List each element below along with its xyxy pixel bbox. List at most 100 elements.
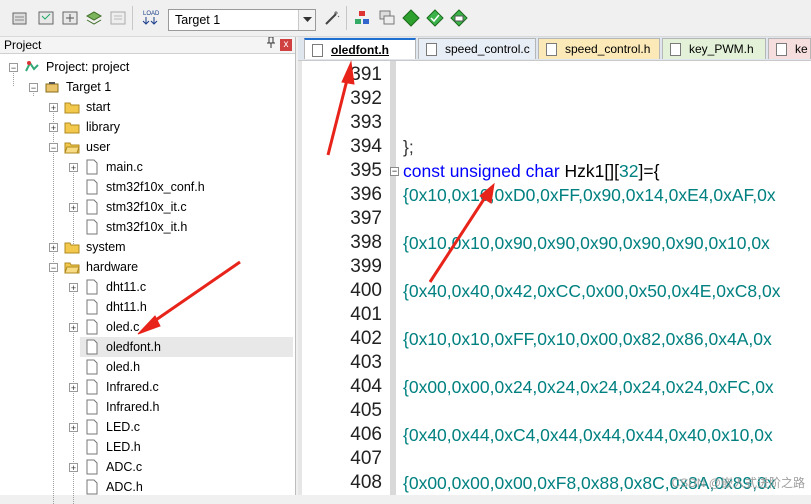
stack-icon[interactable] <box>84 8 104 28</box>
tab-key-pwm-h[interactable]: key_PWM.h <box>662 38 766 59</box>
tree-folder-system[interactable]: + system <box>0 237 295 257</box>
tree-item-target[interactable]: − Target 1 <box>0 77 295 97</box>
tree-file-oled-c[interactable]: + oled.c <box>0 317 295 337</box>
tab-label: oledfont.h <box>331 43 389 57</box>
tree-file-main-c[interactable]: + main.c <box>0 157 295 177</box>
tab-label: key_PWM.h <box>689 42 754 56</box>
tree-folder-hardware[interactable]: − hardware <box>0 257 295 277</box>
line-number: 391 <box>350 64 382 85</box>
tree-item-project[interactable]: − Project: project <box>0 57 295 77</box>
file-icon <box>84 339 100 355</box>
tree-item-label: oled.h <box>106 360 141 374</box>
tree-item-label: library <box>86 120 121 134</box>
target-select[interactable]: Target 1 <box>168 9 316 31</box>
expand-icon[interactable]: + <box>69 463 78 473</box>
file-icon <box>84 319 100 335</box>
file-icon <box>426 43 437 56</box>
tree-file-stm32f10x-it-h[interactable]: stm32f10x_it.h <box>0 217 295 237</box>
line-number: 407 <box>350 448 382 469</box>
diamond-icon[interactable] <box>401 8 421 28</box>
wand-icon[interactable] <box>322 8 342 28</box>
expand-icon[interactable]: + <box>69 163 78 173</box>
number: 32 <box>619 161 639 181</box>
chevron-down-icon[interactable] <box>298 10 315 30</box>
collapse-icon[interactable]: − <box>29 83 38 93</box>
collapse-icon[interactable]: − <box>49 143 58 153</box>
project-tree: − Project: project − Target 1 + start + … <box>0 54 295 504</box>
expand-icon[interactable]: + <box>49 243 58 253</box>
code-line: {0x10,0x10,0xD0,0xFF,0x90,0x14,0xE4,0xAF… <box>403 185 776 205</box>
file-icon <box>84 299 100 315</box>
expand-icon[interactable]: + <box>49 103 58 113</box>
line-number: 408 <box>350 472 382 493</box>
settings-icon[interactable] <box>10 8 30 28</box>
expand-icon[interactable]: + <box>69 383 78 393</box>
keyword: char <box>525 161 560 181</box>
expand-icon[interactable]: + <box>69 423 78 433</box>
tree-file-infrared-h[interactable]: Infrared.h <box>0 397 295 417</box>
tree-folder-user[interactable]: − user <box>0 137 295 157</box>
line-number: 403 <box>350 352 382 373</box>
bracket: ]={ <box>638 161 660 181</box>
line-number: 396 <box>350 184 382 205</box>
tab-oledfont-h[interactable]: oledfont.h <box>304 38 416 59</box>
project-panel-title: Project <box>4 38 42 52</box>
collapse-icon[interactable]: − <box>49 263 58 273</box>
close-icon[interactable]: x <box>280 39 292 51</box>
batch-build-icon[interactable] <box>36 8 56 28</box>
line-number: 404 <box>350 376 382 397</box>
tree-file-dht11-h[interactable]: dht11.h <box>0 297 295 317</box>
file-icon <box>84 399 100 415</box>
check-diamond-icon[interactable] <box>425 8 445 28</box>
rebuild-icon[interactable] <box>60 8 80 28</box>
expand-icon[interactable]: + <box>49 123 58 133</box>
tree-file-oled-h[interactable]: oled.h <box>0 357 295 377</box>
tree-item-label: oledfont.h <box>106 340 161 354</box>
tab-label: speed_control.h <box>565 42 651 56</box>
fold-collapse-icon[interactable]: − <box>390 167 399 176</box>
tree-item-label: LED.h <box>106 440 141 454</box>
editor-tabs: oledfont.h speed_control.c speed_control… <box>298 37 811 61</box>
file-icon <box>84 359 100 375</box>
expand-icon[interactable]: + <box>69 283 78 293</box>
file-icon <box>776 43 787 56</box>
tree-item-label: stm32f10x_it.h <box>106 220 188 234</box>
tree-file-infrared-c[interactable]: + Infrared.c <box>0 377 295 397</box>
tree-file-led-c[interactable]: + LED.c <box>0 417 295 437</box>
tree-item-label: start <box>86 100 111 114</box>
tab-speed-control-c[interactable]: speed_control.c <box>418 38 536 59</box>
pack-icon[interactable] <box>449 8 469 28</box>
collapse-icon[interactable]: − <box>9 63 18 73</box>
line-number-gutter: 391 392 393 394 395 396 397 398 399 400 … <box>302 61 390 495</box>
folder-icon <box>64 239 80 255</box>
expand-icon[interactable]: + <box>69 323 78 333</box>
pin-icon[interactable] <box>267 36 275 53</box>
file-icon <box>84 419 100 435</box>
file-icon <box>84 219 100 235</box>
copy-icon[interactable] <box>377 8 397 28</box>
tree-folder-library[interactable]: + library <box>0 117 295 137</box>
tree-file-led-h[interactable]: LED.h <box>0 437 295 457</box>
project-icon <box>24 59 40 75</box>
load-icon[interactable]: LOAD <box>140 8 160 28</box>
tree-folder-start[interactable]: + start <box>0 97 295 117</box>
tree-file-oledfont-h[interactable]: oledfont.h <box>80 337 293 357</box>
manage-icon[interactable] <box>352 8 372 28</box>
file-icon <box>84 459 100 475</box>
stop-build-icon[interactable] <box>108 8 128 28</box>
tree-file-stm32f10x-conf-h[interactable]: stm32f10x_conf.h <box>0 177 295 197</box>
code-area[interactable]: }; const unsigned char Hzk1[][32]={ {0x1… <box>399 61 811 495</box>
tree-file-adc-h[interactable]: ADC.h <box>0 477 295 497</box>
tab-overflow[interactable]: ke <box>768 38 811 59</box>
tab-speed-control-h[interactable]: speed_control.h <box>538 38 660 59</box>
tree-item-label: Project: project <box>46 60 130 74</box>
folder-open-icon <box>64 259 80 275</box>
file-icon <box>84 479 100 495</box>
line-number: 402 <box>350 328 382 349</box>
tree-file-adc-c[interactable]: + ADC.c <box>0 457 295 477</box>
tree-file-dht11-c[interactable]: + dht11.c <box>0 277 295 297</box>
tree-item-label: user <box>86 140 111 154</box>
code-editor[interactable]: 391 392 393 394 395 396 397 398 399 400 … <box>298 61 811 495</box>
expand-icon[interactable]: + <box>69 203 78 213</box>
tree-file-stm32f10x-it-c[interactable]: + stm32f10x_it.c <box>0 197 295 217</box>
